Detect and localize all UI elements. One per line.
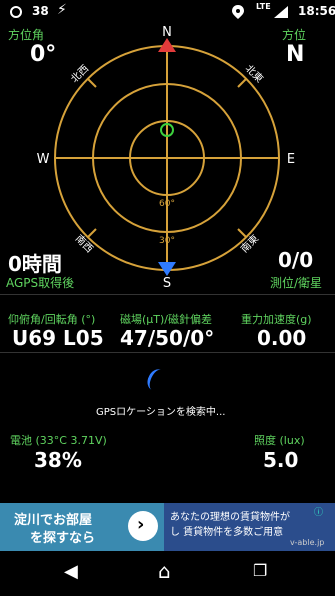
compass-ne: 北東 (243, 62, 266, 85)
notification-count: 38 (32, 4, 49, 18)
signal-icon (274, 6, 288, 18)
agps-time-label: AGPS取得後 (6, 276, 75, 290)
ring-label-60: 60° (159, 199, 175, 209)
navigation-bar: ◀ ⌂ ❐ (0, 551, 335, 596)
battery-label: 電池 (33°C 3.71V) (10, 434, 107, 447)
north-marker-icon (158, 38, 176, 52)
ad-banner[interactable]: 淀川でお部屋 を探すなら › あなたの理想の賃貸物件が し 賃貸物件を多数ご用意… (0, 503, 335, 551)
recent-apps-button-icon[interactable]: ❐ (253, 561, 267, 580)
notification-icon (10, 6, 22, 18)
back-button-icon[interactable]: ◀ (64, 561, 78, 582)
location-icon (232, 5, 244, 19)
ad-info-icon[interactable]: ⓘ (314, 505, 323, 518)
lightning-icon: ⚡ (57, 2, 67, 18)
network-type: LTE (256, 2, 271, 11)
ad-left-text-1: 淀川でお部屋 (14, 513, 93, 528)
ad-arrow-button[interactable]: › (128, 511, 158, 541)
loading-spinner-icon (144, 366, 169, 394)
ring-label-30: 30° (159, 236, 175, 246)
fix-satellites-value: 0/0 (278, 248, 314, 272)
ad-left-panel[interactable]: 淀川でお部屋 を探すなら › (0, 503, 164, 551)
illuminance-label: 照度 (lux) (254, 434, 305, 447)
gps-status-text: GPSロケーションを検索中... (96, 407, 226, 418)
illuminance-value: 5.0 (263, 448, 299, 472)
divider-1 (0, 294, 335, 295)
magnetic-value: 47/50/0° (120, 326, 215, 350)
ad-right-text-1: あなたの理想の賃貸物件が (170, 512, 290, 523)
compass-e: E (287, 152, 295, 167)
compass-n: N (162, 25, 172, 40)
compass-nw: 北西 (69, 63, 92, 86)
ad-left-text-2: を探すなら (30, 531, 96, 546)
battery-value: 38% (34, 448, 82, 472)
agps-time-value: 0時間 (8, 252, 62, 276)
chevron-right-icon: › (137, 514, 145, 535)
compass-w: W (37, 152, 50, 167)
magnetic-label: 磁場(μT)/磁針偏差 (120, 313, 213, 326)
gravity-value: 0.00 (257, 326, 307, 350)
ad-right-text-2: し 賃貸物件を多数ご用意 (170, 527, 284, 538)
fix-satellites-label: 測位/衛星 (270, 276, 323, 290)
clock: 18:56 (298, 4, 335, 18)
compass-sw: 南西 (73, 232, 96, 255)
ad-right-panel[interactable]: あなたの理想の賃貸物件が し 賃貸物件を多数ご用意 v-able.jp ⓘ (164, 503, 335, 551)
pitch-roll-label: 仰俯角/回転角 (°) (8, 313, 96, 326)
gravity-label: 重力加速度(g) (241, 313, 312, 326)
ad-source: v-able.jp (290, 538, 325, 547)
pitch-roll-value: U69 L05 (12, 326, 104, 350)
compass-se: 南東 (238, 232, 261, 255)
home-button-icon[interactable]: ⌂ (158, 559, 171, 583)
compass-s: S (163, 276, 171, 291)
status-bar: 38 ⚡ LTE 18:56 (0, 0, 335, 24)
divider-2 (0, 352, 335, 353)
